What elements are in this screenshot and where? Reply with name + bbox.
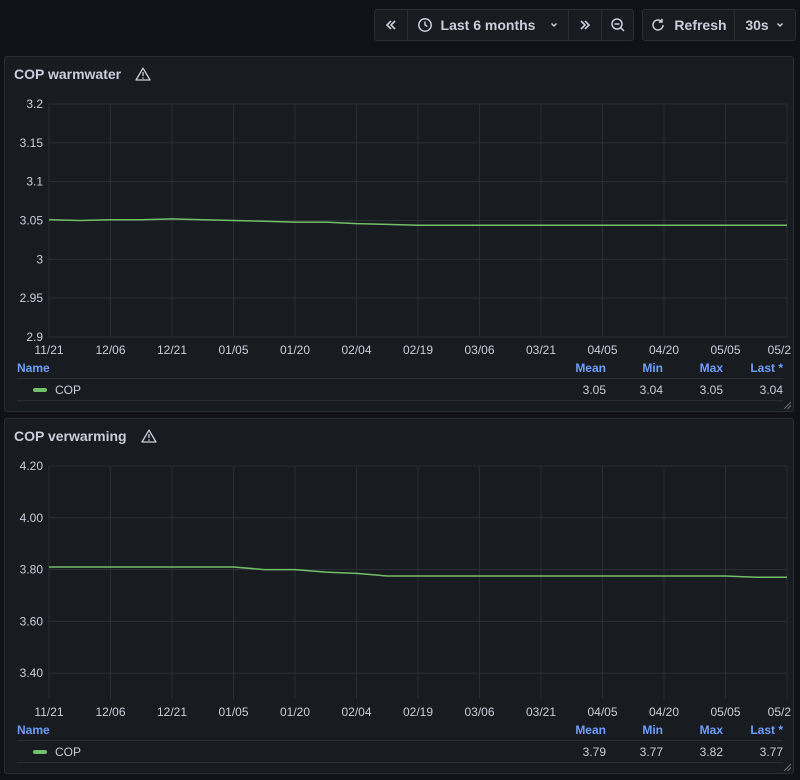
legend-mean-value: 3.05	[582, 382, 606, 397]
zoom-out-button[interactable]	[602, 10, 633, 40]
y-axis-tick-label: 3.05	[20, 214, 44, 228]
y-axis-tick-label: 3.1	[26, 175, 43, 189]
legend-series-name: COP	[55, 382, 82, 397]
refresh-icon	[652, 18, 665, 31]
x-axis-tick-label: 04/20	[649, 343, 679, 357]
legend-col-max[interactable]: Max	[663, 723, 723, 737]
x-axis-tick-label: 02/19	[403, 705, 433, 719]
x-axis-tick-label: 04/20	[649, 705, 679, 719]
x-axis-tick-label: 12/21	[157, 343, 187, 357]
time-shift-back-button[interactable]	[375, 10, 408, 40]
legend-col-name[interactable]: Name	[17, 361, 546, 375]
y-axis-tick-label: 3.80	[20, 563, 44, 577]
panel-cop-warmwater: COP warmwater 3.2 3.15 3.1 3.05 3 2.95 2.9 11/2…	[4, 56, 794, 412]
x-axis-tick-label: 02/04	[341, 343, 371, 357]
legend-col-max[interactable]: Max	[663, 361, 723, 375]
legend-col-last[interactable]: Last *	[723, 723, 783, 737]
chevron-down-icon	[776, 22, 783, 28]
refresh-label: Refresh	[674, 17, 727, 33]
y-axis-tick-label: 2.9	[26, 330, 43, 344]
time-series-chart[interactable]: 4.20 4.00 3.80 3.60 3.40 11/21 12/06 12/21 01/05…	[5, 419, 795, 729]
x-axis-tick-label: 02/19	[403, 343, 433, 357]
x-axis-tick-label: 03/06	[464, 343, 494, 357]
clock-icon	[417, 18, 432, 32]
y-axis-tick-label: 3.60	[20, 614, 44, 628]
x-axis-tick-label: 02/04	[341, 705, 371, 719]
chevrons-right-icon	[580, 20, 591, 30]
legend-col-mean[interactable]: Mean	[546, 723, 606, 737]
legend-mean-value: 3.79	[582, 744, 606, 759]
x-axis-tick-label: 11/21	[34, 343, 63, 357]
legend-col-name[interactable]: Name	[17, 723, 546, 737]
x-axis-tick-label: 12/06	[95, 343, 125, 357]
y-axis-tick-label: 3.15	[20, 136, 44, 150]
legend-header: Name Mean Min Max Last *	[17, 357, 783, 379]
x-axis-tick-label: 03/21	[526, 705, 556, 719]
chevron-down-icon	[551, 22, 558, 28]
time-shift-forward-button[interactable]	[569, 10, 602, 40]
x-axis-tick-label: 05/2	[768, 705, 792, 719]
legend-last-value: 3.04	[759, 382, 783, 397]
legend-max-value: 3.82	[699, 744, 723, 759]
legend-header: Name Mean Min Max Last *	[17, 719, 783, 741]
legend-col-min[interactable]: Min	[606, 723, 663, 737]
refresh-button[interactable]: Refresh	[643, 10, 735, 40]
x-axis-tick-label: 03/21	[526, 343, 556, 357]
series-color-swatch	[33, 749, 47, 754]
time-series-chart[interactable]: 3.2 3.15 3.1 3.05 3 2.95 2.911/21 12/06 12/21 01/…	[5, 57, 795, 367]
y-axis-tick-label: 2.95	[20, 291, 44, 305]
x-axis-tick-label: 12/06	[95, 705, 125, 719]
x-axis-tick-label: 03/06	[464, 705, 494, 719]
legend-col-min[interactable]: Min	[606, 361, 663, 375]
legend-row[interactable]: COP 3.79 3.77 3.82 3.77	[17, 741, 783, 763]
series-color-swatch	[33, 387, 47, 392]
legend-series[interactable]: COP	[17, 383, 546, 397]
zoom-out-icon	[610, 18, 625, 32]
legend-series[interactable]: COP	[17, 745, 546, 759]
legend-min-value: 3.77	[639, 744, 663, 759]
x-axis-tick-label: 05/05	[710, 343, 740, 357]
x-axis-tick-label: 01/20	[280, 343, 310, 357]
x-axis-tick-label: 01/05	[218, 343, 248, 357]
y-axis-tick-label: 3	[36, 252, 43, 266]
y-axis-tick-label: 3.2	[26, 97, 43, 111]
time-picker-group: Last 6 months	[374, 9, 634, 41]
time-range-picker[interactable]: Last 6 months	[408, 10, 569, 40]
y-axis-tick-label: 4.00	[20, 511, 44, 525]
legend-col-mean[interactable]: Mean	[546, 361, 606, 375]
refresh-interval-picker[interactable]: 30s	[735, 10, 795, 40]
y-axis-tick-label: 4.20	[20, 459, 44, 473]
panel-cop-verwarming: COP verwarming 4.20 4.00 3.80 3.60 3.40 11/21…	[4, 418, 794, 774]
x-axis-tick-label: 04/05	[587, 705, 617, 719]
legend-min-value: 3.04	[639, 382, 663, 397]
legend-row[interactable]: COP 3.05 3.04 3.05 3.04	[17, 379, 783, 401]
legend-col-last[interactable]: Last *	[723, 361, 783, 375]
x-axis-tick-label: 04/05	[587, 343, 617, 357]
x-axis-tick-label: 01/20	[280, 705, 310, 719]
x-axis-tick-label: 05/2	[768, 343, 792, 357]
resize-handle-icon[interactable]	[783, 401, 791, 409]
refresh-interval-label: 30s	[745, 17, 769, 33]
time-range-label: Last 6 months	[440, 17, 536, 33]
legend-table: Name Mean Min Max Last * COP 3.05 3.04 3…	[17, 357, 783, 401]
legend-table: Name Mean Min Max Last * COP 3.79 3.77 3…	[17, 719, 783, 763]
x-axis-tick-label: 05/05	[710, 705, 740, 719]
chevrons-left-icon	[385, 20, 396, 30]
resize-handle-icon[interactable]	[783, 763, 791, 771]
y-axis-tick-label: 3.40	[20, 666, 44, 680]
refresh-group: Refresh 30s	[642, 9, 796, 41]
x-axis-tick-label: 12/21	[157, 705, 187, 719]
legend-last-value: 3.77	[759, 744, 783, 759]
x-axis-tick-label: 01/05	[218, 705, 248, 719]
legend-series-name: COP	[55, 744, 82, 759]
legend-max-value: 3.05	[699, 382, 723, 397]
x-axis-tick-label: 11/21	[34, 705, 63, 719]
